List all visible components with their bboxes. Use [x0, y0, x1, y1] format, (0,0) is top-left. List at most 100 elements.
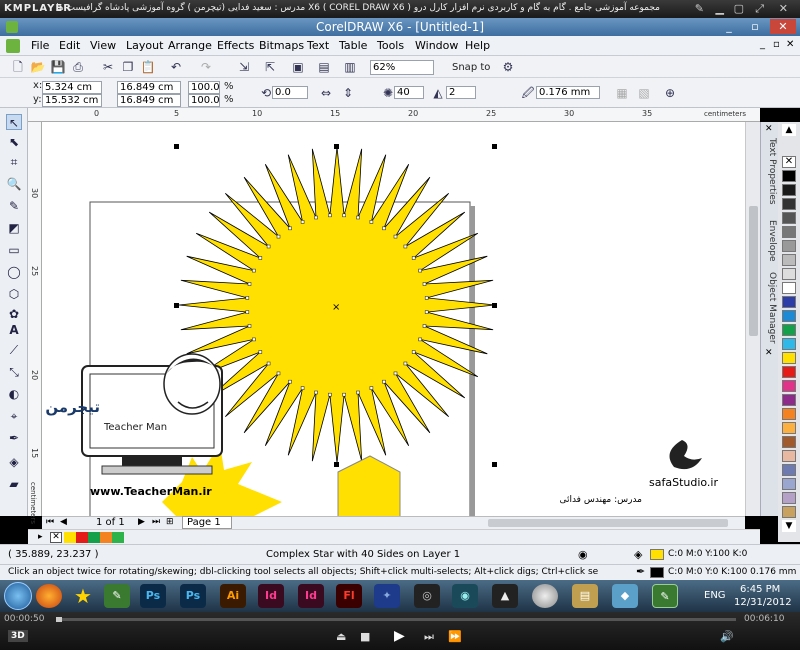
connector-tool-icon[interactable]: ⤡: [6, 364, 22, 380]
doc-color-swatch[interactable]: [100, 532, 112, 543]
color-swatch[interactable]: [782, 422, 796, 434]
zoom-level-select[interactable]: 62%: [370, 60, 434, 75]
doc-palette-arrow-icon[interactable]: ▸: [38, 532, 43, 542]
color-swatch[interactable]: [782, 352, 796, 364]
star-node[interactable]: [266, 361, 271, 366]
palette-scroll-up-icon[interactable]: ▲: [782, 124, 796, 136]
star-node[interactable]: [288, 226, 292, 231]
window-close-button[interactable]: ✕: [770, 19, 796, 34]
menu-tools[interactable]: Tools: [377, 39, 404, 52]
app-icon[interactable]: ◎: [414, 584, 440, 608]
star-node[interactable]: [252, 337, 256, 342]
flash-icon[interactable]: Fl: [336, 584, 362, 608]
vertical-scrollbar[interactable]: [745, 122, 760, 516]
color-swatch[interactable]: [782, 338, 796, 350]
color-swatch[interactable]: [782, 450, 796, 462]
y-position-field[interactable]: 15.532 cm: [42, 94, 102, 107]
next-page-icon[interactable]: ▶: [138, 517, 145, 527]
star-node[interactable]: [258, 256, 263, 260]
menu-arrange[interactable]: Arrange: [168, 39, 212, 52]
pin-icon[interactable]: ✎: [695, 2, 704, 15]
application-launcher-icon[interactable]: ▤: [316, 59, 332, 75]
color-swatch[interactable]: [782, 212, 796, 224]
welcome-screen-icon[interactable]: ▥: [342, 59, 358, 75]
clock-date[interactable]: 12/31/2012: [734, 597, 792, 608]
publish-pdf-icon[interactable]: ▣: [290, 59, 306, 75]
star-node[interactable]: [382, 379, 386, 384]
prev-page-icon[interactable]: ◀: [60, 517, 67, 527]
color-swatch[interactable]: [782, 184, 796, 196]
selection-handle[interactable]: [174, 303, 179, 308]
outline-pen-icon[interactable]: ✒: [6, 430, 22, 446]
play-icon[interactable]: ▶: [394, 628, 405, 644]
star-node[interactable]: [300, 220, 305, 224]
star-node[interactable]: [342, 392, 346, 397]
doc-color-swatch[interactable]: [76, 532, 88, 543]
first-page-icon[interactable]: ⏮: [46, 517, 54, 527]
scroll-thumb[interactable]: [749, 206, 758, 336]
window-minimize-button[interactable]: _: [716, 19, 742, 34]
undo-icon[interactable]: ↶: [168, 59, 184, 75]
star-node[interactable]: [266, 244, 271, 249]
docker-tab-object-manager[interactable]: Object Manager: [763, 272, 777, 344]
color-swatch[interactable]: [782, 254, 796, 266]
app-icon[interactable]: ◆: [612, 584, 638, 608]
fullscreen-icon[interactable]: ⤢: [755, 2, 764, 16]
selection-handle[interactable]: [492, 303, 497, 308]
color-swatch[interactable]: [782, 394, 796, 406]
copy-icon[interactable]: ❐: [120, 59, 136, 75]
fill-tool-icon[interactable]: ◈: [6, 454, 22, 470]
forward-icon[interactable]: ⏩: [448, 630, 462, 643]
coreldraw-task-icon[interactable]: ✎: [104, 584, 130, 608]
doc-color-swatch[interactable]: [64, 532, 76, 543]
mirror-vertical-icon[interactable]: ⇕: [340, 85, 356, 101]
x-position-field[interactable]: 5.324 cm: [42, 81, 102, 94]
firefox-icon[interactable]: [36, 584, 62, 608]
docker-close-icon[interactable]: ✕: [765, 348, 773, 358]
width-field[interactable]: 16.849 cm: [117, 81, 181, 94]
color-proof-icon[interactable]: ◉: [578, 548, 588, 561]
palette-scroll-down-icon[interactable]: ▼: [782, 520, 796, 532]
mirror-horizontal-icon[interactable]: ⇔: [318, 85, 334, 101]
pick-tool-icon[interactable]: ↖: [6, 114, 22, 130]
star-node[interactable]: [403, 244, 408, 249]
zoom-tool-icon[interactable]: 🔍: [6, 176, 22, 192]
star-node[interactable]: [424, 310, 429, 314]
star-node[interactable]: [245, 296, 250, 300]
seek-bar[interactable]: [56, 618, 736, 621]
horizontal-scrollbar[interactable]: [488, 519, 728, 527]
star-node[interactable]: [247, 324, 252, 328]
app-icon[interactable]: ◉: [452, 584, 478, 608]
coreldraw-active-icon[interactable]: ✎: [652, 584, 678, 608]
paste-icon[interactable]: 📋: [140, 59, 156, 75]
eject-icon[interactable]: ⏏: [336, 630, 346, 643]
no-color-swatch[interactable]: ✕: [782, 156, 796, 168]
star-node[interactable]: [252, 268, 256, 273]
menu-effects[interactable]: Effects: [217, 39, 254, 52]
color-swatch[interactable]: [782, 240, 796, 252]
color-swatch[interactable]: [782, 226, 796, 238]
menu-minimize-icon[interactable]: _: [760, 39, 765, 50]
parallel-dimension-icon[interactable]: ⟋: [6, 342, 22, 358]
new-document-icon[interactable]: 🗋: [10, 59, 26, 75]
sharpness-field[interactable]: 2: [446, 86, 476, 99]
snap-to-dropdown[interactable]: Snap to: [452, 62, 490, 73]
menu-window[interactable]: Window: [415, 39, 458, 52]
star-node[interactable]: [342, 213, 346, 218]
star-points-field[interactable]: 40: [394, 86, 424, 99]
color-swatch[interactable]: [782, 478, 796, 490]
menu-text[interactable]: Text: [307, 39, 329, 52]
menu-layout[interactable]: Layout: [126, 39, 163, 52]
star-node[interactable]: [314, 215, 318, 220]
star-node[interactable]: [422, 324, 427, 328]
blend-tool-icon[interactable]: ◐: [6, 386, 22, 402]
scale-x-field[interactable]: 100.0: [188, 81, 220, 94]
app-icon[interactable]: ▲: [492, 584, 518, 608]
doc-color-swatch[interactable]: [112, 532, 124, 543]
document-icon[interactable]: [6, 39, 20, 53]
maximize-icon[interactable]: ▢: [734, 2, 744, 15]
fill-color-swatch[interactable]: [650, 549, 664, 560]
star-node[interactable]: [418, 337, 422, 342]
shape-tool-icon[interactable]: ⬉: [6, 134, 22, 150]
interactive-fill-icon[interactable]: ▰: [6, 476, 22, 492]
